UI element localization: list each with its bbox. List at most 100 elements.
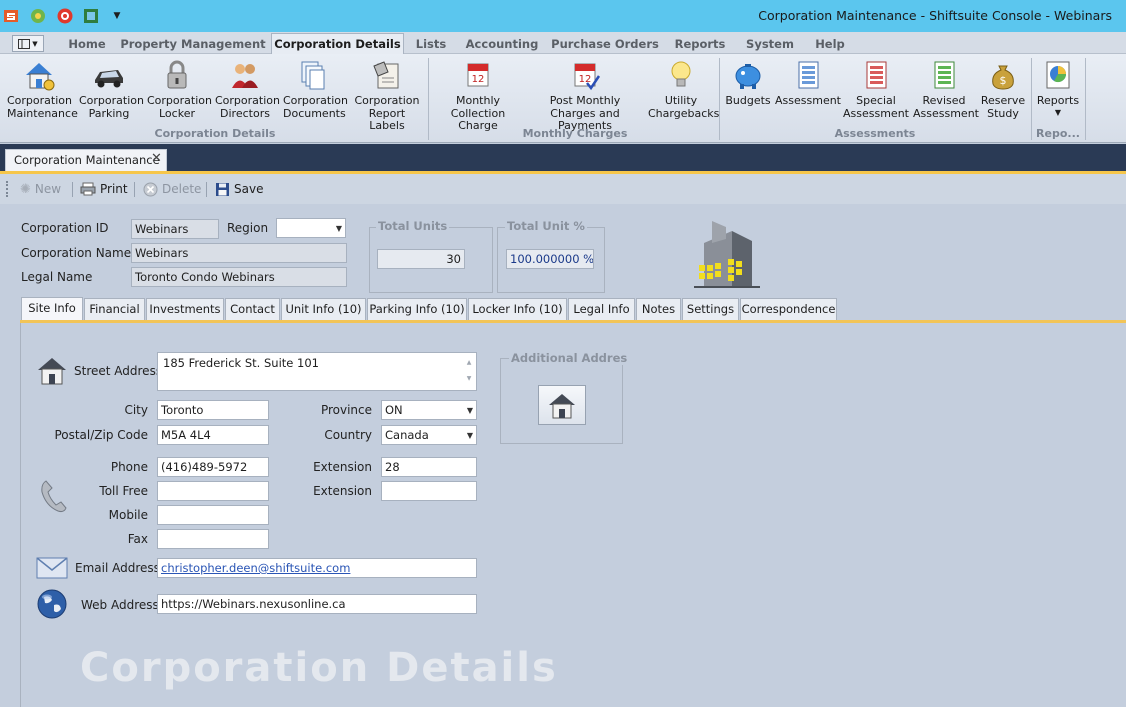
assessment-button[interactable]: Assessment <box>775 58 841 124</box>
reports-dropdown-icon: ▼ <box>1054 107 1062 117</box>
tab-financial[interactable]: Financial <box>84 298 145 321</box>
menu-tab-property-management[interactable]: Property Management <box>120 34 266 54</box>
country-dropdown[interactable]: Canada ▼ <box>381 425 477 445</box>
menu-tab-home[interactable]: Home <box>60 34 114 54</box>
house-icon <box>22 58 56 92</box>
toll-free-extension-field[interactable] <box>381 481 477 501</box>
fax-field[interactable] <box>157 529 269 549</box>
tab-locker-info[interactable]: Locker Info (10) <box>468 298 567 321</box>
tab-contact[interactable]: Contact <box>225 298 280 321</box>
watermark-text: Corporation Details <box>80 645 558 691</box>
corporation-directors-button[interactable]: Corporation Directors <box>212 58 280 124</box>
total-units-label: Total Units <box>376 219 450 233</box>
menu-tab-corporation-details[interactable]: Corporation Details <box>271 33 404 55</box>
save-button[interactable]: Save <box>215 180 263 198</box>
revised-assessment-icon <box>927 58 961 92</box>
menu-tab-system[interactable]: System <box>741 34 799 54</box>
calendar-check-icon: 12 <box>568 58 602 92</box>
new-icon: ✺ <box>20 181 31 197</box>
tab-notes[interactable]: Notes <box>636 298 681 321</box>
post-monthly-charges-button[interactable]: 12 Post Monthly Charges and Payments <box>528 58 642 132</box>
document-tab-corporation-maintenance[interactable]: Corporation Maintenance ✕ <box>5 149 167 171</box>
province-dropdown[interactable]: ON ▼ <box>381 400 477 420</box>
street-address-field[interactable]: 185 Frederick St. Suite 101 ▲ ▼ <box>157 352 477 391</box>
reserve-study-button[interactable]: $ Reserve Study <box>978 58 1028 124</box>
ribbon-separator <box>428 58 429 140</box>
quick-access-dropdown-icon[interactable]: ▼ <box>108 7 126 25</box>
revised-assessment-button[interactable]: Revised Assessment <box>912 58 979 124</box>
corporation-locker-button[interactable]: Corporation Locker <box>144 58 212 124</box>
toolbar-separator <box>206 182 207 197</box>
reports-button[interactable]: Reports ▼ <box>1034 58 1082 124</box>
title-bar: ▼ Corporation Maintenance - Shiftsuite C… <box>0 0 1126 32</box>
corporation-maintenance-button[interactable]: Corporation Maintenance <box>4 58 78 124</box>
street-address-label: Street Address <box>74 364 163 378</box>
ribbon-separator <box>719 58 720 140</box>
application-menu-button[interactable]: ▼ <box>12 35 44 52</box>
corporation-name-field[interactable]: Webinars <box>131 243 347 263</box>
corporation-parking-button[interactable]: Corporation Parking <box>76 58 144 124</box>
corporation-documents-button[interactable]: Corporation Documents <box>280 58 348 124</box>
tab-settings[interactable]: Settings <box>682 298 739 321</box>
tab-legal-info[interactable]: Legal Info <box>568 298 635 321</box>
region-dropdown[interactable]: ▼ <box>276 218 346 238</box>
corporation-id-field[interactable]: Webinars <box>131 219 219 239</box>
assessment-sheet-icon <box>791 58 825 92</box>
province-label: Province <box>320 403 372 417</box>
toolbar-separator <box>72 182 73 197</box>
total-units-field: 30 <box>377 249 465 269</box>
corporation-report-labels-button[interactable]: Corporation Report Labels <box>348 58 426 132</box>
delete-button[interactable]: Delete <box>143 180 201 198</box>
house-icon <box>549 394 575 419</box>
toolbar-grip <box>6 181 9 197</box>
web-address-field[interactable]: https://Webinars.nexusonline.ca <box>157 594 477 614</box>
special-assessment-icon <box>859 58 893 92</box>
window-title: Corporation Maintenance - Shiftsuite Con… <box>758 8 1112 23</box>
additional-address-button[interactable] <box>538 385 586 425</box>
reports-chart-icon <box>1041 58 1075 92</box>
street-address-scrollbar[interactable]: ▲ ▼ <box>464 355 474 388</box>
print-button[interactable]: Print <box>80 180 128 198</box>
tab-correspondence[interactable]: Correspondence <box>740 298 837 321</box>
tab-investments[interactable]: Investments <box>146 298 224 321</box>
quick-access-help-icon[interactable] <box>56 7 74 25</box>
city-field[interactable]: Toronto <box>157 400 269 420</box>
menu-tab-lists[interactable]: Lists <box>410 34 452 54</box>
lock-icon <box>160 58 194 92</box>
phone-field[interactable]: (416)489-5972 <box>157 457 269 477</box>
web-address-label: Web Address <box>81 598 159 612</box>
utility-chargebacks-button[interactable]: Utility Chargebacks <box>646 58 719 124</box>
tab-parking-info[interactable]: Parking Info (10) <box>367 298 467 321</box>
extension-field[interactable]: 28 <box>381 457 477 477</box>
tab-unit-info[interactable]: Unit Info (10) <box>281 298 366 321</box>
quick-access-refresh-icon[interactable] <box>29 7 47 25</box>
menu-tab-reports[interactable]: Reports <box>668 34 732 54</box>
documents-icon <box>296 58 330 92</box>
email-link[interactable]: christopher.deen@shiftsuite.com <box>161 561 350 575</box>
postal-code-field[interactable]: M5A 4L4 <box>157 425 269 445</box>
legal-name-field[interactable]: Toronto Condo Webinars <box>131 267 347 287</box>
postal-code-label: Postal/Zip Code <box>54 428 148 442</box>
new-button[interactable]: ✺ New <box>20 180 61 198</box>
building-icon <box>692 219 762 292</box>
quick-access-map-icon[interactable] <box>82 7 100 25</box>
special-assessment-button[interactable]: Special Assessment <box>842 58 910 124</box>
close-icon[interactable]: ✕ <box>151 151 162 166</box>
mobile-label: Mobile <box>108 508 148 522</box>
monthly-collection-charge-button[interactable]: 12 Monthly Collection Charge <box>432 58 524 132</box>
country-label: Country <box>324 428 372 442</box>
mobile-field[interactable] <box>157 505 269 525</box>
menu-tab-accounting[interactable]: Accounting <box>462 34 542 54</box>
tab-site-info[interactable]: Site Info <box>21 297 83 322</box>
menu-tab-purchase-orders[interactable]: Purchase Orders <box>550 34 660 54</box>
email-address-field[interactable]: christopher.deen@shiftsuite.com <box>157 558 477 578</box>
piggy-bank-icon <box>731 58 765 92</box>
app-logo-icon[interactable] <box>2 7 20 25</box>
budgets-button[interactable]: Budgets <box>722 58 774 124</box>
total-unit-pct-label: Total Unit % <box>505 219 587 233</box>
directors-icon <box>228 58 262 92</box>
toll-free-extension-label: Extension <box>313 484 372 498</box>
toll-free-field[interactable] <box>157 481 269 501</box>
menu-tab-help[interactable]: Help <box>809 34 851 54</box>
globe-icon <box>36 588 68 623</box>
